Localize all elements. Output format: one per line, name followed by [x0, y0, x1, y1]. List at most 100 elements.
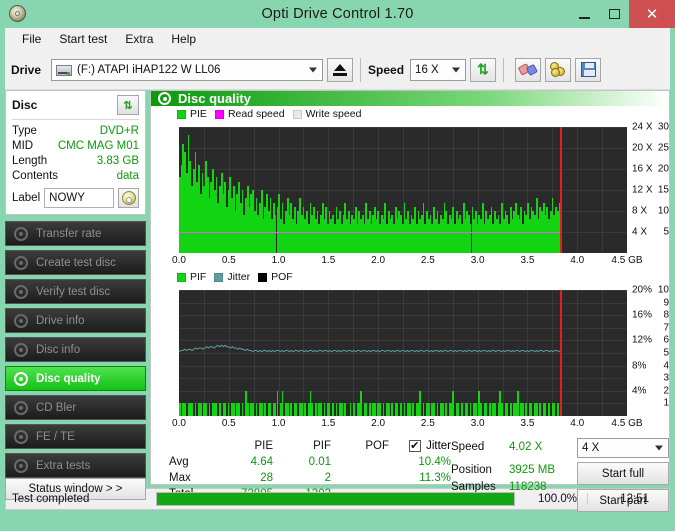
y2-axis-tick: 16 X: [632, 163, 653, 175]
jitter-checkbox[interactable]: [409, 438, 422, 454]
disc-label-input[interactable]: NOWY: [44, 188, 114, 208]
y-axis-tick: 1: [663, 397, 669, 409]
divider: [12, 119, 139, 120]
row-label-avg: Avg: [169, 456, 189, 468]
avg-jitter: 10.4%: [418, 456, 451, 468]
maximize-button[interactable]: [599, 0, 629, 28]
plot-area: [179, 290, 627, 416]
y2-axis-tick: 20%: [632, 284, 653, 296]
disc-type-value: DVD+R: [99, 125, 139, 137]
y2-axis-tick: 12%: [632, 334, 653, 346]
menu-extra[interactable]: Extra: [116, 30, 162, 48]
disc-info-panel: Disc ⇅ Type DVD+R MID CMC MAG M01 Length…: [5, 90, 146, 215]
sidebar-item-disc-quality[interactable]: Disc quality: [5, 366, 146, 391]
coins-button[interactable]: [545, 57, 572, 82]
disc-row-length: Length 3.83 GB: [12, 154, 139, 169]
sidebar-item-label: Transfer rate: [36, 227, 102, 240]
disc-length-value: 3.83 GB: [96, 155, 139, 167]
x-axis-tick: 0.5: [221, 255, 236, 266]
legend-label-pof: POF: [271, 271, 293, 283]
test-speed-select[interactable]: 4 X: [577, 438, 669, 458]
save-button[interactable]: [575, 57, 602, 82]
toolbar: Drive (F:) ATAPI iHAP122 W LL06 Speed 16…: [5, 50, 670, 90]
max-jitter: 11.3%: [419, 472, 451, 484]
y2-axis-tick: 12 X: [632, 184, 653, 196]
x-axis-tick: 4.0: [570, 418, 585, 429]
plot-area: [179, 127, 627, 253]
disc-refresh-button[interactable]: ⇅: [117, 95, 139, 115]
position-cursor: [560, 290, 562, 416]
legend-label-jitter: Jitter: [227, 271, 251, 283]
sidebar-item-transfer-rate[interactable]: Transfer rate: [5, 221, 146, 246]
legend-label-pif: PIF: [190, 271, 207, 283]
sidebar-item-drive-info[interactable]: Drive info: [5, 308, 146, 333]
toolbar-divider-2: [503, 57, 505, 82]
disc-row-type: Type DVD+R: [12, 124, 139, 139]
drive-icon: [56, 63, 73, 77]
gauge-icon: [14, 429, 28, 444]
column-header-jitter: Jitter: [426, 440, 451, 452]
legend-swatch-pof: [258, 272, 268, 282]
sidebar-item-fe-te[interactable]: FE / TE: [5, 424, 146, 449]
x-axis-tick: 2.0: [371, 255, 386, 266]
x-axis-tick: 4.5 GB: [611, 418, 643, 429]
sidebar-item-disc-info[interactable]: Disc info: [5, 337, 146, 362]
window-controls: ✕: [569, 0, 675, 28]
progress-percent: 100.0%: [537, 493, 577, 505]
close-button[interactable]: ✕: [629, 0, 675, 28]
chevron-down-icon: [309, 67, 318, 72]
cd-icon-button[interactable]: [118, 188, 139, 208]
chart-pie: 5 10 15 20 25 30 4 X8 X 12 X 16 X 20 X 24 X 0.0 0.5 1…: [151, 121, 669, 269]
drive-select[interactable]: (F:) ATAPI iHAP122 W LL06: [51, 58, 324, 81]
speed-select[interactable]: 16 X: [410, 58, 467, 81]
start-full-button[interactable]: Start full: [577, 462, 669, 485]
elapsed-time: 12:51: [587, 493, 657, 505]
sidebar-item-extra-tests[interactable]: Extra tests: [5, 453, 146, 478]
x-axis-tick: 0.0: [172, 418, 186, 429]
coins-icon: [549, 62, 567, 77]
sidebar-item-create-test-disc[interactable]: Create test disc: [5, 250, 146, 275]
toolbar-divider-1: [360, 57, 362, 82]
y2-axis-tick: 8 X: [632, 205, 648, 217]
legend-label-read-speed: Read speed: [227, 108, 285, 120]
disc-type-label: Type: [12, 125, 37, 137]
menu-bar-wrap: File Start test Extra Help: [5, 28, 670, 50]
column-header-pif: PIF: [313, 440, 331, 452]
sidebar: Disc ⇅ Type DVD+R MID CMC MAG M01 Length…: [5, 90, 146, 500]
minimize-button[interactable]: [569, 0, 599, 28]
y2-axis-tick: 4%: [632, 385, 647, 397]
jitter-header-cell: Jitter: [389, 438, 451, 454]
menu-help[interactable]: Help: [162, 30, 205, 48]
sidebar-item-verify-test-disc[interactable]: Verify test disc: [5, 279, 146, 304]
jitter-line: [179, 344, 561, 353]
sidebar-item-label: Disc quality: [36, 372, 101, 385]
erase-button[interactable]: [515, 57, 542, 82]
disc-length-label: Length: [12, 155, 48, 167]
title-bar: Opti Drive Control 1.70 ✕: [0, 0, 675, 28]
legend-swatch-pie: [177, 109, 186, 119]
y2-axis-tick: 24 X: [632, 121, 653, 133]
sidebar-item-cd-bler[interactable]: CD Bler: [5, 395, 146, 420]
sidebar-item-label: Disc info: [36, 343, 81, 356]
legend-label-write-speed: Write speed: [305, 108, 362, 120]
position-cursor: [560, 127, 562, 253]
drive-select-value: (F:) ATAPI iHAP122 W LL06: [77, 63, 221, 76]
read-speed-line: [179, 231, 561, 234]
sidebar-item-label: Drive info: [36, 314, 85, 327]
table-header-row: PIE PIF POF Jitter: [169, 438, 451, 454]
menu-start-test[interactable]: Start test: [50, 30, 116, 48]
x-axis-tick: 2.5: [420, 255, 435, 266]
readout-position: Position 3925 MB: [451, 462, 571, 479]
sidebar-item-label: Verify test disc: [36, 285, 111, 298]
legend-swatch-write-speed: [292, 109, 302, 119]
legend-bottom: PIF Jitter POF: [151, 269, 669, 284]
progress-bar: [156, 492, 515, 506]
speed-select-value: 16 X: [415, 63, 439, 76]
refresh-button[interactable]: ⇅: [470, 57, 497, 82]
legend-top: PIE Read speed Write speed: [151, 106, 669, 121]
menu-file[interactable]: File: [13, 30, 50, 48]
test-speed-value: 4 X: [582, 442, 600, 454]
y-axis-tick: 7: [663, 322, 669, 334]
table-row: Max 28 2 11.3%: [169, 470, 451, 486]
eject-button[interactable]: [327, 57, 354, 82]
